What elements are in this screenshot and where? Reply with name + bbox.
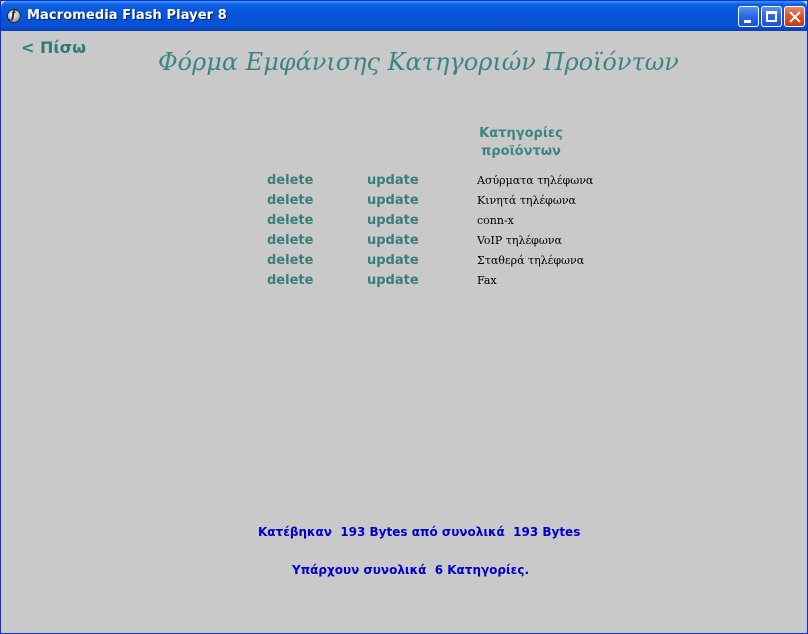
page-title: Φόρμα Εμφάνισης Κατηγοριών Προϊόντων — [158, 48, 679, 76]
maximize-button[interactable] — [761, 6, 782, 27]
close-button[interactable] — [784, 6, 805, 27]
category-row: delete update Κινητά τηλέφωνα — [1, 193, 808, 213]
flash-player-icon[interactable] — [7, 8, 21, 23]
category-name: Ασύρματα τηλέφωνα — [477, 174, 594, 187]
category-name: Fax — [477, 274, 497, 287]
category-name: VoIP τηλέφωνα — [477, 234, 562, 247]
delete-link[interactable]: delete — [267, 173, 313, 188]
category-row: delete update Σταθερά τηλέφωνα — [1, 253, 808, 273]
delete-link[interactable]: delete — [267, 213, 313, 228]
update-link[interactable]: update — [367, 193, 419, 208]
update-link[interactable]: update — [367, 233, 419, 248]
category-row: delete update Ασύρματα τηλέφωνα — [1, 173, 808, 193]
update-link[interactable]: update — [367, 213, 419, 228]
delete-link[interactable]: delete — [267, 193, 313, 208]
category-name: conn-x — [477, 214, 514, 227]
category-count-status: Υπάρχουν συνολικά 6 Κατηγορίες. — [292, 563, 530, 577]
category-name: Σταθερά τηλέφωνα — [477, 254, 585, 267]
category-row: delete update VoIP τηλέφωνα — [1, 233, 808, 253]
minimize-button[interactable] — [738, 6, 759, 27]
window-title: Macromedia Flash Player 8 — [27, 8, 227, 23]
download-status: Κατέβηκαν 193 Bytes από συνολικά 193 Byt… — [258, 525, 581, 539]
column-header-line2: προϊόντων — [481, 144, 561, 159]
delete-link[interactable]: delete — [267, 273, 313, 288]
column-header-line1: Κατηγορίες — [479, 126, 563, 141]
titlebar[interactable]: Macromedia Flash Player 8 — [1, 1, 807, 31]
category-row: delete update conn-x — [1, 213, 808, 233]
flash-player-window: Macromedia Flash Player 8 < Πίσω Φόρμα Ε… — [0, 0, 808, 634]
category-name: Κινητά τηλέφωνα — [477, 194, 576, 207]
update-link[interactable]: update — [367, 273, 419, 288]
back-link[interactable]: < Πίσω — [21, 38, 86, 57]
delete-link[interactable]: delete — [267, 233, 313, 248]
update-link[interactable]: update — [367, 173, 419, 188]
update-link[interactable]: update — [367, 253, 419, 268]
category-column-header: Κατηγορίες προϊόντων — [461, 125, 581, 161]
category-row: delete update Fax — [1, 273, 808, 293]
delete-link[interactable]: delete — [267, 253, 313, 268]
